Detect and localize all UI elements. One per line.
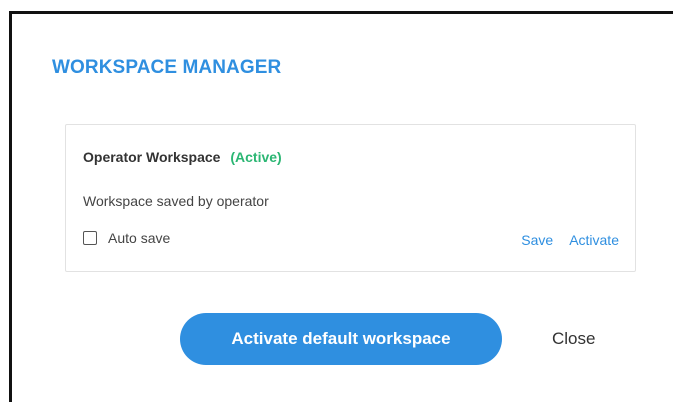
dialog-footer: Activate default workspace Close: [180, 313, 595, 365]
save-workspace-link[interactable]: Save: [521, 232, 553, 248]
workspace-description: Workspace saved by operator: [83, 193, 269, 209]
auto-save-toggle[interactable]: Auto save: [83, 230, 170, 246]
activate-default-workspace-button[interactable]: Activate default workspace: [180, 313, 502, 365]
workspace-manager-dialog: WORKSPACE MANAGER Operator Workspace (Ac…: [9, 11, 673, 402]
auto-save-label: Auto save: [108, 230, 171, 246]
workspace-status-badge: (Active): [230, 149, 282, 165]
workspace-actions: Save Activate: [521, 232, 619, 248]
auto-save-checkbox[interactable]: [83, 231, 97, 245]
dialog-title: WORKSPACE MANAGER: [52, 57, 282, 78]
workspace-card: Operator Workspace (Active) Workspace sa…: [65, 124, 636, 272]
close-button[interactable]: Close: [552, 329, 595, 349]
workspace-name-row: Operator Workspace (Active): [83, 149, 282, 165]
activate-workspace-link[interactable]: Activate: [569, 232, 619, 248]
workspace-name: Operator Workspace: [83, 149, 221, 165]
